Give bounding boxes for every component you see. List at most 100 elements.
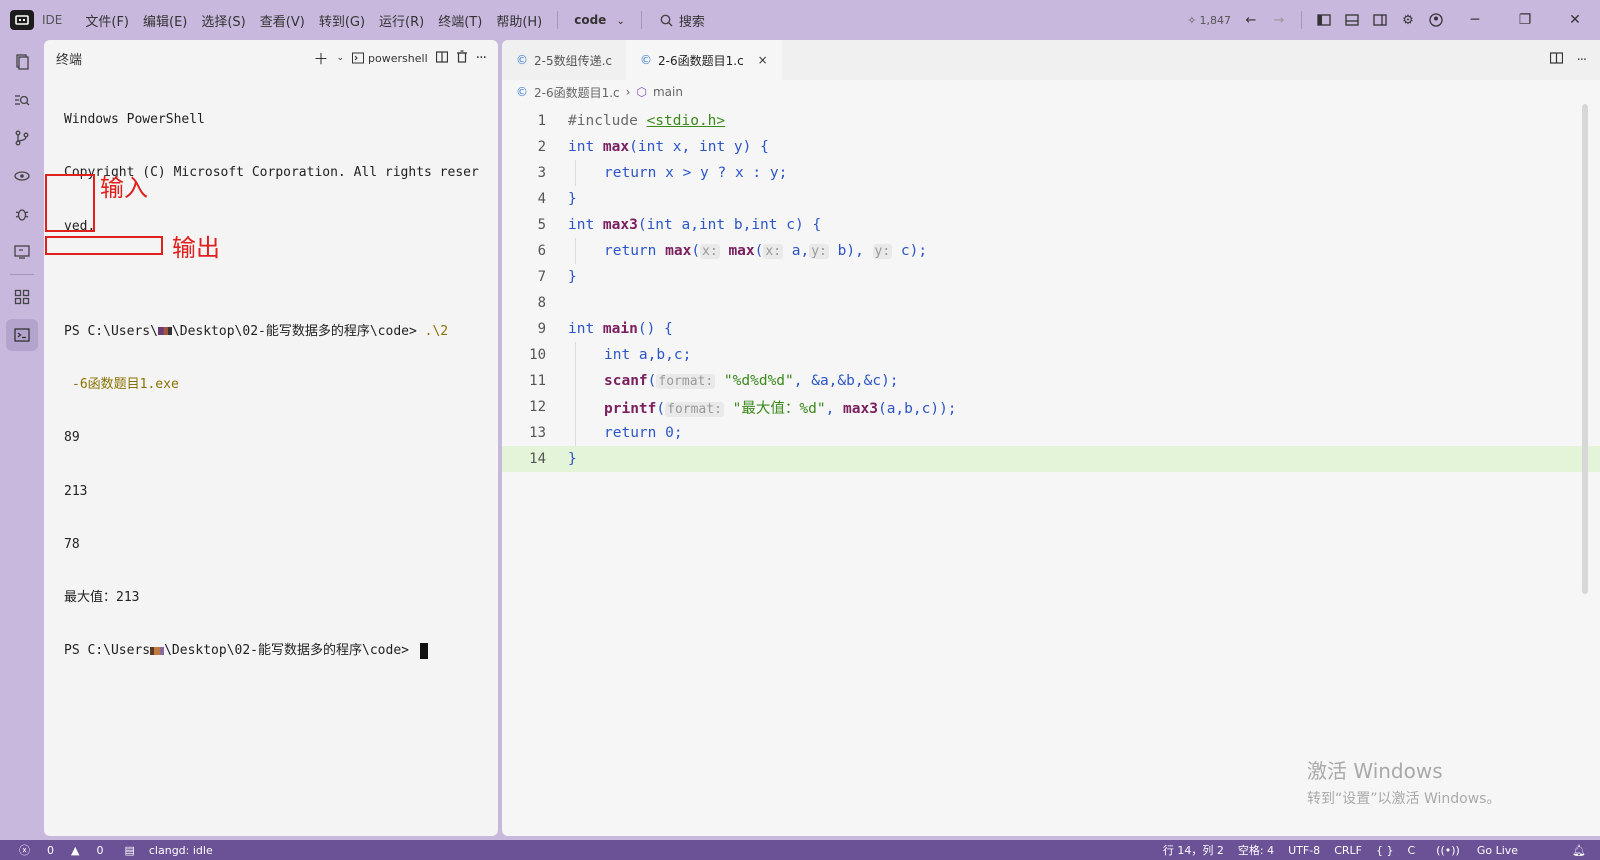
menu-selection[interactable]: 选择(S) [194, 11, 252, 30]
minimize-icon[interactable]: ─ [1450, 0, 1500, 40]
project-selector[interactable]: code ⌄ [566, 13, 633, 27]
code-token: , [825, 400, 844, 417]
account-icon[interactable] [1422, 6, 1450, 34]
code-token: "最大值：%d" [732, 400, 826, 417]
title-bar: IDE 文件(F) 编辑(E) 选择(S) 查看(V) 转到(G) 运行(R) … [0, 0, 1600, 40]
app-name: IDE [42, 13, 63, 27]
line-number: 4 [537, 191, 546, 207]
code-token: ( [691, 243, 701, 259]
braces-icon[interactable]: { } [1369, 844, 1401, 857]
include-link[interactable]: <stdio.h> [647, 113, 726, 129]
c-file-icon: © [640, 53, 653, 67]
inlay-hint: y: [872, 244, 893, 259]
breadcrumb-symbol[interactable]: main [653, 85, 683, 99]
settings-gear-icon[interactable]: ⚙ [1394, 6, 1422, 34]
inlay-hint: x: [700, 244, 720, 259]
command-text: -6函数题目1.exe [72, 377, 179, 393]
code-line: 1 #include <stdio.h> [502, 108, 1600, 134]
chevron-down-icon[interactable]: ⌄ [337, 53, 345, 63]
line-number: 9 [537, 321, 546, 337]
watermark-title: 激活 Windows [1307, 759, 1443, 783]
editor-area: © 2-5数组传递.c © 2-6函数题目1.c × ··· © 2-6函数题目… [502, 40, 1600, 836]
indentation[interactable]: 空格: 4 [1231, 842, 1281, 858]
command-text: .\2 [424, 323, 449, 339]
menu-run[interactable]: 运行(R) [372, 11, 431, 30]
back-arrow-icon[interactable]: ← [1237, 6, 1265, 34]
code-token: return [604, 425, 657, 441]
close-tab-icon[interactable]: × [758, 53, 768, 67]
code-token: return [604, 243, 666, 259]
eye-icon[interactable] [6, 160, 38, 192]
new-terminal-plus-icon[interactable]: ＋ [313, 48, 328, 69]
terminal-panel-icon[interactable] [6, 319, 38, 351]
restore-icon[interactable]: ❐ [1500, 0, 1550, 40]
code-token: } [568, 451, 577, 467]
close-icon[interactable]: ✕ [1550, 0, 1600, 40]
line-number: 14 [529, 451, 546, 467]
split-editor-icon[interactable] [1549, 52, 1563, 68]
vertical-scrollbar[interactable] [1582, 104, 1588, 594]
debug-icon[interactable] [6, 198, 38, 230]
code-token: int [698, 139, 726, 155]
toggle-sidebar-icon[interactable] [1310, 6, 1338, 34]
extensions-icon[interactable] [6, 281, 38, 313]
more-actions-icon[interactable]: ··· [1577, 53, 1587, 68]
problems-indicator[interactable]: ⓧ 0 ▲ 0 [0, 842, 117, 858]
trash-icon[interactable] [456, 50, 468, 66]
notifications-bell-icon[interactable]: 🔔︎ [1532, 844, 1600, 857]
code-token: scanf [604, 373, 648, 389]
forward-arrow-icon[interactable]: → [1265, 6, 1293, 34]
go-live-button[interactable]: ((•)) Go Live [1422, 844, 1532, 857]
menu-view[interactable]: 查看(V) [253, 11, 312, 30]
lsp-status[interactable]: clangd: idle [142, 844, 220, 857]
code-token: printf [604, 400, 657, 417]
remote-explorer-icon[interactable] [6, 236, 38, 268]
menu-terminal[interactable]: 终端(T) [431, 11, 489, 30]
inlay-hint: x: [763, 244, 784, 259]
line-number: 7 [537, 269, 546, 285]
line-number: 11 [529, 373, 546, 389]
more-actions-icon[interactable]: ··· [476, 50, 487, 66]
source-control-icon[interactable] [6, 122, 38, 154]
line-ending[interactable]: CRLF [1327, 844, 1369, 857]
code-token: (int a,int b,int c) { [637, 217, 822, 233]
code-token: #include [568, 113, 647, 129]
prompt-text: \Desktop\02-能写数据多的程序\code> [171, 323, 425, 339]
tab-2-5[interactable]: © 2-5数组传递.c [502, 40, 626, 80]
current-code-line: 14} [502, 446, 1600, 472]
breadcrumb-file[interactable]: 2-6函数题目1.c [534, 84, 620, 101]
encoding[interactable]: UTF-8 [1281, 844, 1327, 857]
titlebar-actions: ✧ 1,847 ← → ⚙ ─ ❐ ✕ [1187, 0, 1600, 40]
warning-count: 0 [96, 843, 104, 857]
toggle-panel-icon[interactable] [1338, 6, 1366, 34]
ports-icon[interactable]: ▤ [117, 844, 141, 857]
split-terminal-icon[interactable] [435, 50, 448, 66]
tab-2-6[interactable]: © 2-6函数题目1.c × [626, 40, 782, 80]
output-annotation: 输出 [172, 234, 220, 262]
code-line: 11 scanf(format: "%d%d%d", &a,&b,&c); [502, 368, 1600, 394]
terminal-line: 89 [64, 430, 80, 446]
line-number: 2 [537, 139, 546, 155]
search-button[interactable]: 搜索 [650, 11, 715, 30]
menu-go[interactable]: 转到(G) [312, 11, 372, 30]
sparkle-icon: ✧ [1187, 13, 1197, 27]
terminal-shell-selector[interactable]: powershell [352, 52, 428, 65]
ai-stars-counter[interactable]: ✧ 1,847 [1187, 14, 1231, 27]
menu-help[interactable]: 帮助(H) [489, 11, 549, 30]
search-icon[interactable] [6, 84, 38, 116]
activation-watermark: 激活 Windows 转到“设置”以激活 Windows。 [1307, 755, 1500, 808]
explorer-icon[interactable] [6, 46, 38, 78]
code-line: 12 printf(format: "最大值：%d", max3(a,b,c)); [502, 394, 1600, 420]
code-editor[interactable]: 1 #include <stdio.h> 2 int max(int x, int … [502, 108, 1600, 472]
cursor-position[interactable]: 行 14，列 2 [1156, 842, 1231, 858]
chevron-down-icon: ⌄ [616, 16, 625, 27]
menu-file[interactable]: 文件(F) [78, 11, 136, 30]
line-number: 5 [537, 217, 546, 233]
language-mode[interactable]: C [1400, 844, 1422, 857]
menu-edit[interactable]: 编辑(E) [136, 11, 194, 30]
inlay-hint: format: [656, 374, 716, 389]
c-file-icon: © [516, 85, 528, 99]
toggle-secondary-sidebar-icon[interactable] [1366, 6, 1394, 34]
